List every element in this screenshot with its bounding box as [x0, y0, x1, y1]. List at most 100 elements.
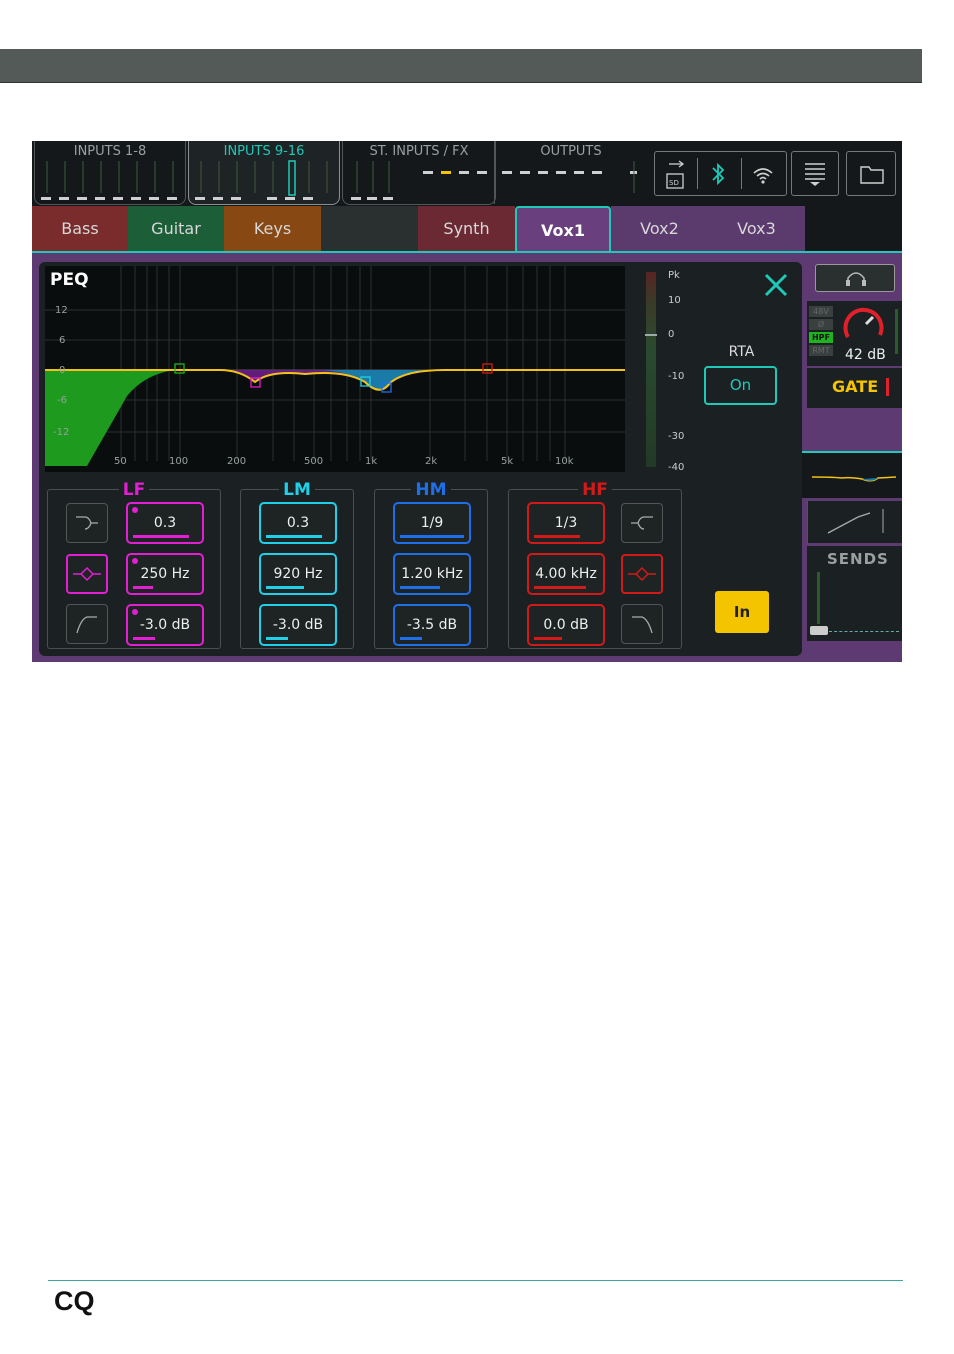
- band-title: LF: [48, 480, 220, 500]
- lf-gain: -3.0 dB: [139, 617, 191, 633]
- bell-icon: [628, 566, 656, 582]
- sends-section[interactable]: SENDS: [807, 546, 902, 641]
- value-bar: [400, 535, 464, 538]
- compressor-curve-icon: [827, 509, 884, 534]
- rta-on-button[interactable]: On: [704, 366, 777, 405]
- gate-label: GATE: [832, 377, 879, 396]
- y-tick: -6: [57, 395, 67, 406]
- lm-freq: 920 Hz: [273, 566, 323, 582]
- icon-divider: [697, 158, 698, 189]
- y-tick: 6: [59, 335, 65, 346]
- cq-logo: CQ: [54, 1286, 95, 1316]
- x-tick: 100: [169, 456, 188, 467]
- lm-width: 0.3: [286, 515, 310, 531]
- tab-bass[interactable]: Bass: [32, 206, 128, 251]
- meter-tick: 10: [668, 295, 681, 306]
- tab-vox1[interactable]: Vox1: [515, 206, 611, 252]
- hf-shelf-button[interactable]: [621, 503, 663, 543]
- lf-hpf-button[interactable]: [66, 604, 108, 644]
- hf-gain-box[interactable]: 0.0 dB: [527, 604, 605, 646]
- peq-title: PEQ: [50, 270, 89, 290]
- hm-freq: 1.20 kHz: [401, 566, 463, 582]
- bell-icon: [73, 566, 101, 582]
- y-tick: 0: [59, 365, 65, 376]
- menu-button[interactable]: [791, 151, 839, 196]
- tab-vox2[interactable]: Vox2: [611, 206, 708, 251]
- band-title: HF: [509, 480, 681, 500]
- tab-guitar[interactable]: Guitar: [128, 206, 224, 251]
- folder-icon: [860, 166, 884, 184]
- lf-gain-box[interactable]: -3.0 dB: [126, 604, 204, 646]
- band-lm: LM 0.3 920 Hz -3.0 dB: [240, 480, 354, 649]
- lf-freq-box[interactable]: 250 Hz: [126, 553, 204, 595]
- headphones-button[interactable]: [815, 264, 895, 292]
- gate-button[interactable]: GATE: [807, 368, 902, 408]
- hf-lpf-button[interactable]: [621, 604, 663, 644]
- nav-divider: [494, 141, 495, 204]
- eq-curve-icon: [811, 476, 897, 482]
- eq-in-button[interactable]: In: [715, 591, 769, 633]
- band-name: LM: [279, 480, 315, 500]
- value-bar: [133, 637, 155, 640]
- nav-inputs-9-16[interactable]: INPUTS 9-16: [188, 141, 340, 205]
- folder-button[interactable]: [846, 151, 896, 196]
- hf-bell-button[interactable]: [621, 554, 663, 594]
- headphones-icon: [846, 272, 866, 286]
- nav-outputs[interactable]: OUTPUTS: [496, 141, 646, 204]
- nav-st-inputs-fx[interactable]: ST. INPUTS / FX: [342, 141, 496, 205]
- hf-width: 1/3: [554, 515, 578, 531]
- nav-label: INPUTS 1-8: [73, 144, 147, 159]
- preamp-flag: 48V: [809, 306, 833, 317]
- y-tick: -12: [53, 427, 69, 438]
- x-tick: 2k: [425, 456, 437, 467]
- lf-width: 0.3: [153, 515, 177, 531]
- wifi-icon[interactable]: [751, 164, 775, 190]
- band-title: HM: [375, 480, 487, 500]
- eq-thumbnail[interactable]: [802, 453, 902, 498]
- gain-knob[interactable]: [839, 303, 887, 343]
- meter-tick: 0: [668, 329, 675, 340]
- dynamics-thumbnail[interactable]: [807, 501, 902, 543]
- document-header-bar: [0, 49, 922, 83]
- band-name: HM: [411, 480, 451, 500]
- lf-shelf-button[interactable]: [66, 503, 108, 543]
- usb-sd-icon[interactable]: SD: [661, 156, 689, 196]
- tab-empty[interactable]: [321, 206, 418, 251]
- bluetooth-icon[interactable]: [707, 162, 729, 190]
- lm-freq-box[interactable]: 920 Hz: [259, 553, 337, 595]
- lf-width-box[interactable]: 0.3: [126, 502, 204, 544]
- link-dot: [132, 609, 138, 615]
- value-bar: [534, 637, 562, 640]
- hpf-flag: HPF: [809, 332, 833, 343]
- value-bar: [133, 535, 189, 538]
- x-tick: 5k: [501, 456, 513, 467]
- nav-inputs-1-8[interactable]: INPUTS 1-8: [34, 141, 186, 205]
- send-fader-cap[interactable]: [810, 626, 828, 635]
- y-tick: 12: [55, 305, 68, 316]
- tab-synth[interactable]: Synth: [418, 206, 515, 251]
- hm-gain: -3.5 dB: [406, 617, 458, 633]
- tab-keys[interactable]: Keys: [224, 206, 321, 251]
- hm-width-box[interactable]: 1/9: [393, 502, 471, 544]
- hm-freq-box[interactable]: 1.20 kHz: [393, 553, 471, 595]
- value-bar: [266, 637, 288, 640]
- hf-freq-box[interactable]: 4.00 kHz: [527, 553, 605, 595]
- tab-vox3[interactable]: Vox3: [708, 206, 805, 251]
- hm-gain-box[interactable]: -3.5 dB: [393, 604, 471, 646]
- low-shelf-icon: [76, 516, 98, 530]
- close-icon[interactable]: [763, 272, 789, 298]
- lm-gain-box[interactable]: -3.0 dB: [259, 604, 337, 646]
- value-bar: [534, 535, 580, 538]
- preamp-section[interactable]: 48V Ø HPF RMT 42 dB: [807, 301, 902, 366]
- lf-bell-button[interactable]: [66, 554, 108, 594]
- footer-divider: [48, 1280, 903, 1281]
- link-dot: [132, 558, 138, 564]
- x-tick: 10k: [555, 456, 574, 467]
- mini-faders-icon: [351, 161, 487, 200]
- eq-graph[interactable]: 12 6 0 -6 -12 50 100 200 500 1k 2k 5k 10…: [45, 266, 625, 472]
- hf-width-box[interactable]: 1/3: [527, 502, 605, 544]
- lm-width-box[interactable]: 0.3: [259, 502, 337, 544]
- link-dot: [132, 507, 138, 513]
- band-name: HF: [578, 480, 612, 500]
- low-pass-icon: [632, 616, 653, 634]
